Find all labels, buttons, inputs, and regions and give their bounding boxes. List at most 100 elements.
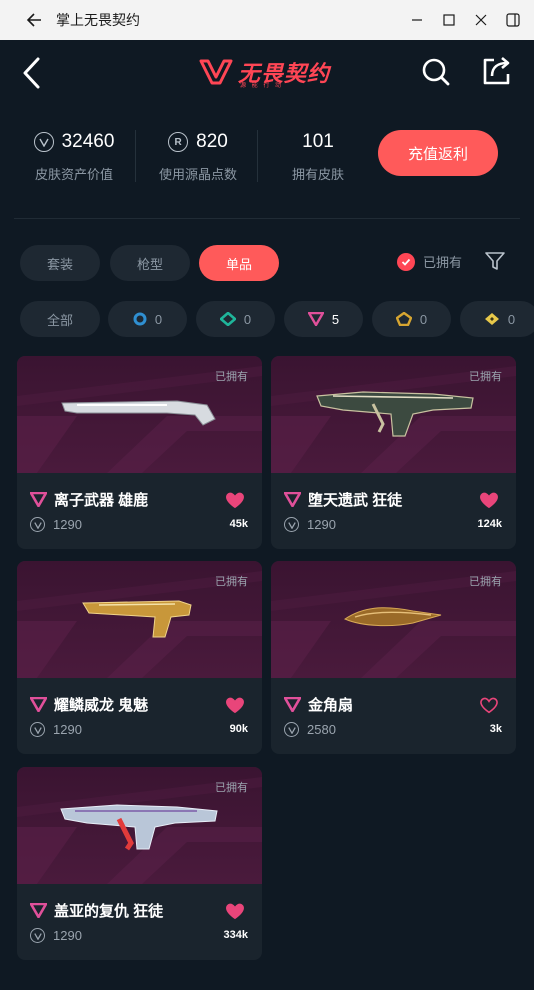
skin-artwork: 已拥有 — [271, 356, 516, 473]
heart-filled-icon[interactable] — [224, 695, 246, 715]
stat-value: 820 — [196, 131, 228, 152]
sidebar-toggle-icon[interactable] — [504, 11, 522, 29]
skin-card[interactable]: 已拥有 耀鳞威龙 鬼魅 1290 90k — [17, 561, 262, 754]
weapon-gaia-ghost-icon — [82, 600, 192, 638]
chip-count: 0 — [419, 311, 428, 327]
premium-tier-icon — [30, 903, 47, 918]
owned-filter-toggle[interactable]: 已拥有 — [397, 252, 462, 271]
stat-asset-value: 32460 皮肤资产价值 — [32, 128, 116, 183]
stat-value: 32460 — [61, 131, 115, 152]
premium-tier-icon — [30, 492, 47, 507]
vp-coin-icon — [30, 928, 45, 943]
divider — [14, 218, 520, 219]
divider — [135, 130, 136, 182]
back-chevron-icon[interactable] — [18, 56, 48, 90]
premium-tier-icon — [30, 697, 47, 712]
chip-deluxe-tier[interactable]: 0 — [196, 301, 275, 337]
tab-single-items[interactable]: 单品 — [199, 245, 279, 281]
stat-label: 使用源晶点数 — [158, 167, 237, 182]
skin-price: 2580 — [307, 722, 336, 737]
skin-name: 离子武器 雄鹿 — [54, 492, 149, 509]
premium-tier-icon — [284, 492, 301, 507]
stats-panel: 32460 皮肤资产价值 R 820 使用源晶点数 101 拥有皮肤 充值返利 — [0, 118, 534, 198]
maximize-icon[interactable] — [440, 11, 458, 29]
skin-price: 1290 — [53, 722, 82, 737]
close-icon[interactable] — [472, 11, 490, 29]
window-title: 掌上无畏契约 — [56, 12, 140, 28]
skin-artwork: 已拥有 — [17, 356, 262, 473]
exclusive-tier-icon — [395, 312, 412, 326]
owned-tag: 已拥有 — [469, 576, 502, 588]
weapon-gaia-vandal-icon — [60, 804, 218, 851]
valorant-v-icon — [199, 59, 233, 85]
chip-all[interactable]: 全部 — [20, 301, 100, 337]
skin-price: 1290 — [53, 928, 82, 943]
owned-tag: 已拥有 — [215, 576, 248, 588]
search-icon[interactable] — [420, 56, 452, 88]
recharge-rebate-button[interactable]: 充值返利 — [378, 130, 498, 176]
chip-select-tier[interactable]: 0 — [108, 301, 187, 337]
skin-name: 堕天遗武 狂徒 — [308, 492, 403, 509]
heart-outline-icon[interactable] — [478, 695, 500, 715]
stat-owned-skins: 101 拥有皮肤 — [280, 128, 356, 183]
owned-filter-label: 已拥有 — [423, 255, 463, 270]
heart-filled-icon[interactable] — [224, 901, 246, 921]
deluxe-tier-icon — [219, 312, 236, 326]
owned-tag: 已拥有 — [215, 371, 248, 383]
skin-name: 盖亚的复仇 狂徒 — [54, 903, 164, 920]
checkmark-icon — [397, 252, 415, 271]
skin-card[interactable]: 已拥有 金角扇 2580 3k — [271, 561, 516, 754]
skin-artwork: 已拥有 — [17, 767, 262, 884]
ultra-tier-icon — [484, 313, 499, 325]
window-back-icon[interactable] — [14, 0, 54, 40]
like-count: 334k — [223, 929, 248, 941]
skin-name: 耀鳞威龙 鬼魅 — [54, 697, 149, 714]
owned-tag: 已拥有 — [469, 371, 502, 383]
chip-count: 0 — [154, 311, 163, 327]
chip-premium-tier[interactable]: 5 — [284, 301, 363, 337]
like-count: 124k — [477, 518, 502, 530]
skin-price: 1290 — [307, 517, 336, 532]
share-icon[interactable] — [480, 54, 514, 88]
stat-label: 皮肤资产价值 — [34, 167, 113, 182]
skin-card[interactable]: 已拥有 离子武器 雄鹿 1290 45k — [17, 356, 262, 549]
vp-coin-icon — [284, 722, 299, 737]
weapon-ruination-vandal-icon — [316, 391, 474, 437]
stat-radianite: R 820 使用源晶点数 — [156, 128, 240, 183]
chip-exclusive-tier[interactable]: 0 — [372, 301, 451, 337]
chip-count: 0 — [507, 311, 516, 327]
tab-bundles[interactable]: 套装 — [20, 245, 100, 281]
minimize-icon[interactable] — [408, 11, 426, 29]
stat-value: 101 — [302, 131, 334, 152]
select-tier-icon — [133, 312, 147, 326]
stat-label: 拥有皮肤 — [291, 167, 344, 182]
chip-ultra-tier[interactable]: 0 — [460, 301, 534, 337]
app-header: 无畏契约 源 能 行 动 — [0, 40, 534, 104]
skin-artwork: 已拥有 — [271, 561, 516, 678]
chip-label: 全部 — [46, 312, 73, 328]
heart-filled-icon[interactable] — [478, 490, 500, 510]
like-count: 90k — [229, 723, 248, 735]
filter-funnel-icon[interactable] — [484, 250, 506, 272]
valorant-logo: 无畏契约 源 能 行 动 — [198, 52, 338, 92]
heart-filled-icon[interactable] — [224, 490, 246, 510]
skin-name: 金角扇 — [308, 697, 354, 714]
skin-card[interactable]: 已拥有 盖亚的复仇 狂徒 1290 334k — [17, 767, 262, 960]
like-count: 45k — [229, 518, 248, 530]
like-count: 3k — [489, 723, 502, 735]
premium-tier-icon — [284, 697, 301, 712]
owned-tag: 已拥有 — [215, 782, 248, 794]
divider — [257, 130, 258, 182]
skin-card[interactable]: 已拥有 堕天遗武 狂徒 1290 124k — [271, 356, 516, 549]
logo-subtitle: 源 能 行 动 — [240, 83, 284, 89]
radianite-icon: R — [168, 132, 189, 152]
weapon-ion-marshal-icon — [61, 400, 216, 426]
vp-coin-icon — [30, 517, 45, 532]
chip-count: 0 — [243, 311, 252, 327]
skin-artwork: 已拥有 — [17, 561, 262, 678]
weapon-gold-fan-knife-icon — [343, 607, 442, 627]
vp-coin-icon — [30, 722, 45, 737]
window-titlebar: 掌上无畏契约 — [0, 0, 534, 40]
tab-weapon-type[interactable]: 枪型 — [110, 245, 190, 281]
skin-price: 1290 — [53, 517, 82, 532]
